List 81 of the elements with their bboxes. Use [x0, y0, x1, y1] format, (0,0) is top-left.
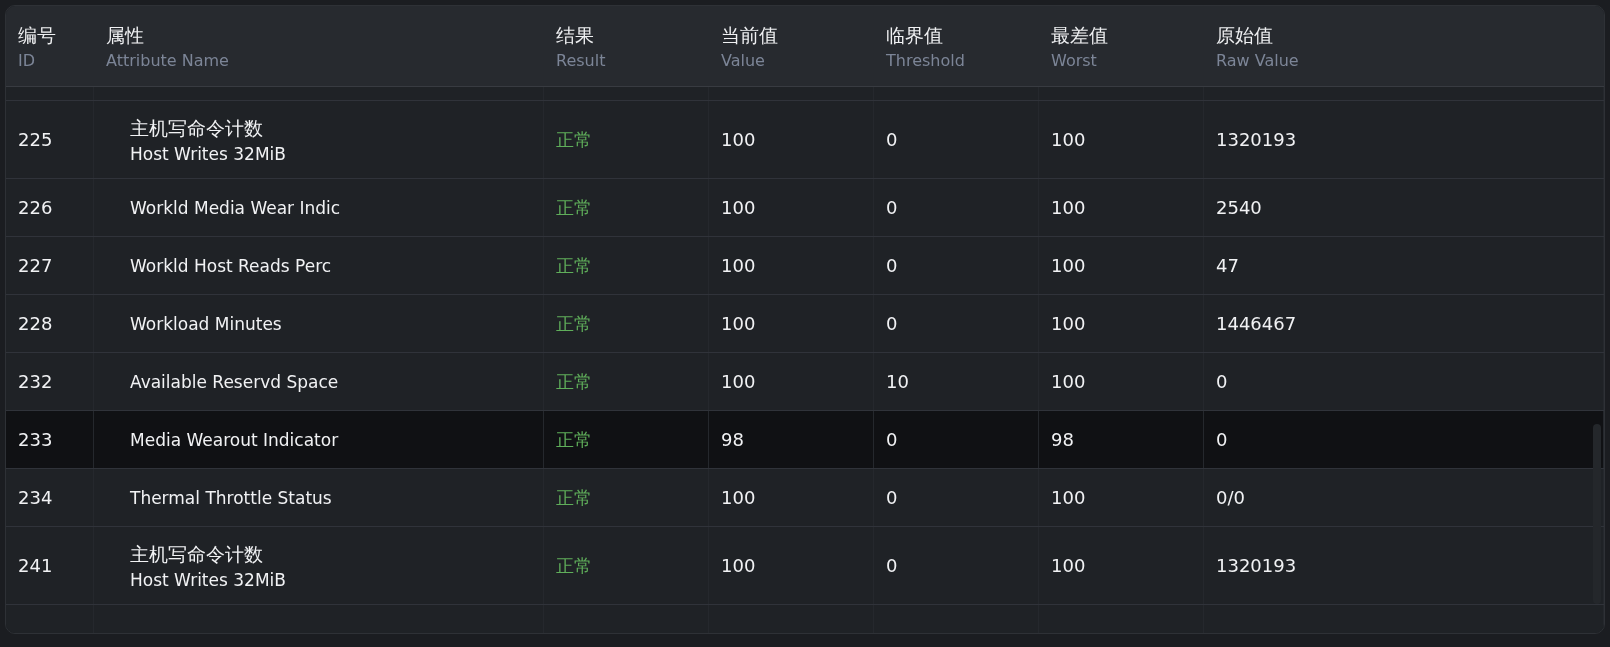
attribute-name: Host Writes 32MiB: [130, 569, 286, 590]
raw-value-cell: 1446467: [1216, 313, 1297, 334]
value-cell: 100: [721, 487, 756, 508]
column-title: 最差值: [1051, 22, 1109, 48]
column-subtitle: Worst: [1051, 50, 1098, 70]
result-cell: 正常: [556, 553, 592, 578]
column-title: 结果: [556, 22, 595, 48]
table-row[interactable]: 234 Thermal Throttle Status 正常 100 0 100 0/0: [6, 469, 1604, 527]
value-cell: 100: [721, 197, 756, 218]
result-cell: 正常: [556, 485, 592, 510]
column-subtitle: Threshold: [886, 50, 966, 70]
threshold-cell: 0: [886, 129, 898, 150]
worst-cell: 100: [1051, 487, 1086, 508]
worst-cell: 100: [1051, 371, 1086, 392]
raw-value-cell: 1320193: [1216, 555, 1297, 576]
value-cell: 100: [721, 371, 756, 392]
id-cell: 232: [18, 371, 53, 392]
column-title: 临界值: [886, 22, 944, 48]
worst-cell: 100: [1051, 197, 1086, 218]
attribute-name: Workload Minutes: [130, 313, 282, 334]
attribute-name: Host Writes 32MiB: [130, 143, 286, 164]
value-cell: 100: [721, 555, 756, 576]
column-title: 当前值: [721, 22, 779, 48]
table-row[interactable]: 225 主机写命令计数 Host Writes 32MiB 正常 100 0 100 1320193: [6, 101, 1604, 179]
column-subtitle: Raw Value: [1216, 50, 1300, 70]
column-subtitle: Value: [721, 50, 766, 70]
column-subtitle: ID: [18, 50, 37, 70]
value-cell: 98: [721, 429, 744, 450]
id-cell: 227: [18, 255, 53, 276]
raw-value-cell: 0/0: [1216, 487, 1245, 508]
attribute-name: Available Reservd Space: [130, 371, 339, 392]
column-title: 编号: [18, 22, 57, 48]
threshold-cell: 0: [886, 255, 898, 276]
result-cell: 正常: [556, 195, 592, 220]
id-cell: 226: [18, 197, 53, 218]
column-title: 属性: [106, 22, 145, 48]
id-cell: 241: [18, 555, 53, 576]
table-row[interactable]: 228 Workload Minutes 正常 100 0 100 1446467: [6, 295, 1604, 353]
result-cell: 正常: [556, 369, 592, 394]
result-cell: 正常: [556, 427, 592, 452]
column-subtitle: Attribute Name: [106, 50, 230, 70]
result-cell: 正常: [556, 127, 592, 152]
attribute-name: Media Wearout Indicator: [130, 429, 339, 450]
table-row[interactable]: 232 Available Reservd Space 正常 100 10 100 0: [6, 353, 1604, 411]
threshold-cell: 0: [886, 197, 898, 218]
worst-cell: 98: [1051, 429, 1074, 450]
value-cell: 100: [721, 313, 756, 334]
id-cell: 234: [18, 487, 53, 508]
result-cell: 正常: [556, 311, 592, 336]
threshold-cell: 0: [886, 555, 898, 576]
threshold-cell: 10: [886, 371, 909, 392]
threshold-cell: 0: [886, 313, 898, 334]
value-cell: 100: [721, 255, 756, 276]
worst-cell: 100: [1051, 129, 1086, 150]
table-row[interactable]: 241 主机写命令计数 Host Writes 32MiB 正常 100 0 100 1320193: [6, 527, 1604, 605]
table-row[interactable]: 226 Workld Media Wear Indic 正常 100 0 100 2540: [6, 179, 1604, 237]
worst-cell: 100: [1051, 555, 1086, 576]
attribute-name: Thermal Throttle Status: [130, 487, 332, 508]
raw-value-cell: 1320193: [1216, 129, 1297, 150]
attribute-name-chinese: 主机写命令计数: [130, 541, 263, 567]
result-cell: 正常: [556, 253, 592, 278]
scrollbar[interactable]: [1593, 424, 1601, 604]
raw-value-cell: 0: [1216, 371, 1228, 392]
threshold-cell: 0: [886, 429, 898, 450]
raw-value-cell: 47: [1216, 255, 1239, 276]
threshold-cell: 0: [886, 487, 898, 508]
raw-value-cell: 0: [1216, 429, 1228, 450]
id-cell: 233: [18, 429, 53, 450]
table-row[interactable]: 227 Workld Host Reads Perc 正常 100 0 100 47: [6, 237, 1604, 295]
column-title: 原始值: [1216, 22, 1274, 48]
attribute-name-chinese: 主机写命令计数: [130, 115, 263, 141]
raw-value-cell: 2540: [1216, 197, 1262, 218]
table-row[interactable]: 233 Media Wearout Indicator 正常 98 0 98 0: [6, 411, 1604, 469]
worst-cell: 100: [1051, 255, 1086, 276]
attribute-name: Workld Media Wear Indic: [130, 197, 341, 218]
value-cell: 100: [721, 129, 756, 150]
id-cell: 228: [18, 313, 53, 334]
attribute-name: Workld Host Reads Perc: [130, 255, 332, 276]
worst-cell: 100: [1051, 313, 1086, 334]
column-subtitle: Result: [556, 50, 607, 70]
id-cell: 225: [18, 129, 53, 150]
